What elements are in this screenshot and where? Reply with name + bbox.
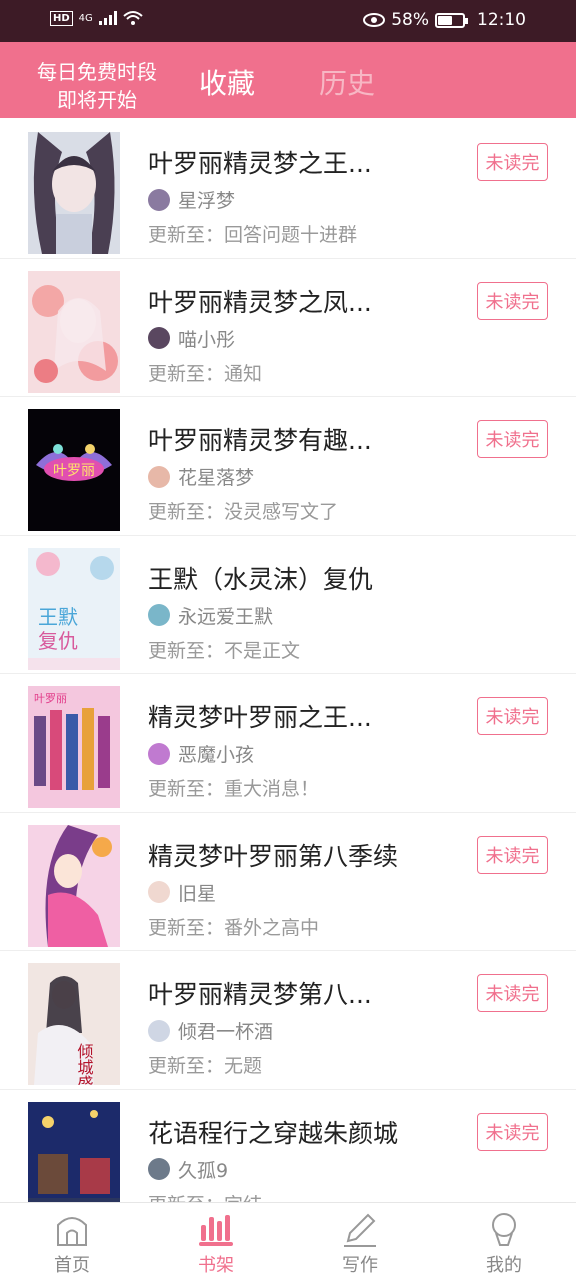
unread-badge: 未读完 [477, 974, 548, 1012]
book-item[interactable]: 王默 复仇 王默（水灵沫）复仇 永远爱王默 更新至：不是正文 [0, 536, 576, 674]
nav-mine[interactable]: 我的 [454, 1203, 554, 1281]
book-update: 更新至：番外之高中 [148, 916, 320, 939]
book-cover: 倾城盛世 [28, 963, 120, 1085]
nav-shelf[interactable]: 书架 [166, 1203, 266, 1281]
profile-icon [492, 1213, 516, 1246]
book-update: 更新至：无题 [148, 1055, 263, 1077]
book-item[interactable]: 叶罗丽精灵梦之凤... 喵小彤 更新至：通知 未读完 [0, 259, 576, 397]
book-title: 叶罗丽精灵梦之王... [148, 149, 372, 178]
author-avatar [148, 1158, 170, 1180]
free-time-banner[interactable]: 每日免费时段 即将开始 [22, 58, 172, 114]
free-time-line2: 即将开始 [57, 88, 137, 112]
hd-icon: HD [50, 10, 73, 26]
book-item[interactable]: 叶罗丽 精灵梦叶罗丽之王... 恶魔小孩 更新至：重大消息！ 未读完 [0, 674, 576, 813]
battery-percent: 58% [391, 10, 429, 30]
book-title: 花语程行之穿越朱颜城 [148, 1118, 399, 1148]
book-update: 更新至：不是正文 [148, 639, 301, 662]
author-avatar [148, 188, 170, 211]
book-cover: 叶罗丽 [28, 409, 120, 531]
nav-write-label: 写作 [342, 1255, 378, 1276]
battery-icon [435, 12, 468, 28]
unread-badge: 未读完 [477, 281, 548, 320]
author-avatar [148, 1019, 170, 1042]
bookshelf-icon [199, 1215, 233, 1246]
book-title: 王默（水灵沫）复仇 [148, 564, 374, 594]
bottom-nav: 首页 书架 写作 我的 [0, 1202, 576, 1280]
book-title: 叶罗丽精灵梦有趣... [148, 426, 372, 455]
book-title: 叶罗丽精灵梦之凤... [148, 287, 372, 317]
signal-icon [98, 11, 117, 25]
book-item[interactable]: 倾城盛世 叶罗丽精灵梦第八... 倾君一杯酒 更新至：无题 未读完 [0, 951, 576, 1090]
book-cover [28, 1101, 120, 1202]
book-update: 更新至：通知 [148, 362, 263, 385]
book-cover [28, 824, 120, 947]
book-author: 恶魔小孩 [178, 744, 255, 766]
svg-text:叶罗丽: 叶罗丽 [34, 692, 67, 705]
book-list: 叶罗丽精灵梦之王... 星浮梦 更新至：回答问题十进群 未读完 叶罗丽精灵梦之凤… [0, 120, 576, 1202]
book-author: 喵小彤 [178, 328, 236, 351]
book-update: 更新至：回答问题十进群 [148, 224, 358, 246]
unread-badge: 未读完 [477, 420, 548, 458]
tab-favorites[interactable]: 收藏 [199, 62, 255, 102]
eye-icon [363, 13, 386, 27]
header-bar: 每日免费时段 即将开始 收藏 历史 [0, 42, 576, 118]
network-type: 4G [78, 12, 93, 24]
cover-text: 王默 [38, 605, 78, 629]
book-cover [28, 132, 120, 254]
free-time-line1: 每日免费时段 [37, 60, 157, 84]
book-update: 更新至：完结 [148, 1190, 262, 1203]
wifi-icon [123, 11, 143, 25]
nav-home-label: 首页 [54, 1255, 90, 1276]
cover-text: 叶罗丽 [53, 463, 95, 479]
nav-shelf-label: 书架 [198, 1255, 234, 1276]
book-author: 倾君一杯酒 [178, 1021, 274, 1043]
book-cover [28, 270, 120, 393]
author-avatar [148, 327, 170, 349]
book-cover: 王默 复仇 [28, 547, 120, 670]
book-cover: 叶罗丽 [28, 686, 120, 808]
home-icon [57, 1217, 87, 1246]
book-update: 更新至：重大消息！ [148, 778, 320, 800]
book-author: 久孤9 [178, 1159, 229, 1182]
book-item[interactable]: 精灵梦叶罗丽第八季续 旧星 更新至：番外之高中 未读完 [0, 813, 576, 951]
book-title: 精灵梦叶罗丽之王... [148, 703, 372, 732]
clock: 12:10 [477, 10, 526, 30]
book-item[interactable]: 花语程行之穿越朱颜城 久孤9 更新至：完结 未读完 [0, 1090, 576, 1203]
pen-icon [344, 1213, 376, 1247]
cover-text: 复仇 [38, 629, 78, 653]
unread-badge: 未读完 [477, 697, 548, 735]
unread-badge: 未读完 [477, 1112, 548, 1151]
author-avatar [148, 465, 170, 488]
book-title: 精灵梦叶罗丽第八季续 [148, 841, 399, 871]
unread-badge: 未读完 [477, 835, 548, 874]
author-avatar [148, 604, 170, 626]
book-item[interactable]: 叶罗丽精灵梦之王... 星浮梦 更新至：回答问题十进群 未读完 [0, 120, 576, 259]
unread-badge: 未读完 [477, 143, 548, 181]
book-author: 星浮梦 [178, 190, 236, 212]
nav-mine-label: 我的 [486, 1255, 522, 1276]
author-avatar [148, 742, 170, 765]
nav-home[interactable]: 首页 [22, 1203, 122, 1281]
book-author: 旧星 [178, 882, 217, 905]
book-update: 更新至：没灵感写文了 [148, 501, 339, 523]
status-bar: HD 4G 58% 12:10 [0, 0, 576, 42]
book-title: 叶罗丽精灵梦第八... [148, 980, 372, 1009]
cover-text: 倾城盛世 [75, 1043, 94, 1085]
book-item[interactable]: 叶罗丽 叶罗丽精灵梦有趣... 花星落梦 更新至：没灵感写文了 未读完 [0, 397, 576, 536]
tab-history[interactable]: 历史 [319, 62, 375, 102]
book-author: 花星落梦 [178, 467, 255, 489]
book-author: 永远爱王默 [178, 605, 274, 628]
nav-write[interactable]: 写作 [310, 1203, 410, 1281]
author-avatar [148, 881, 170, 903]
